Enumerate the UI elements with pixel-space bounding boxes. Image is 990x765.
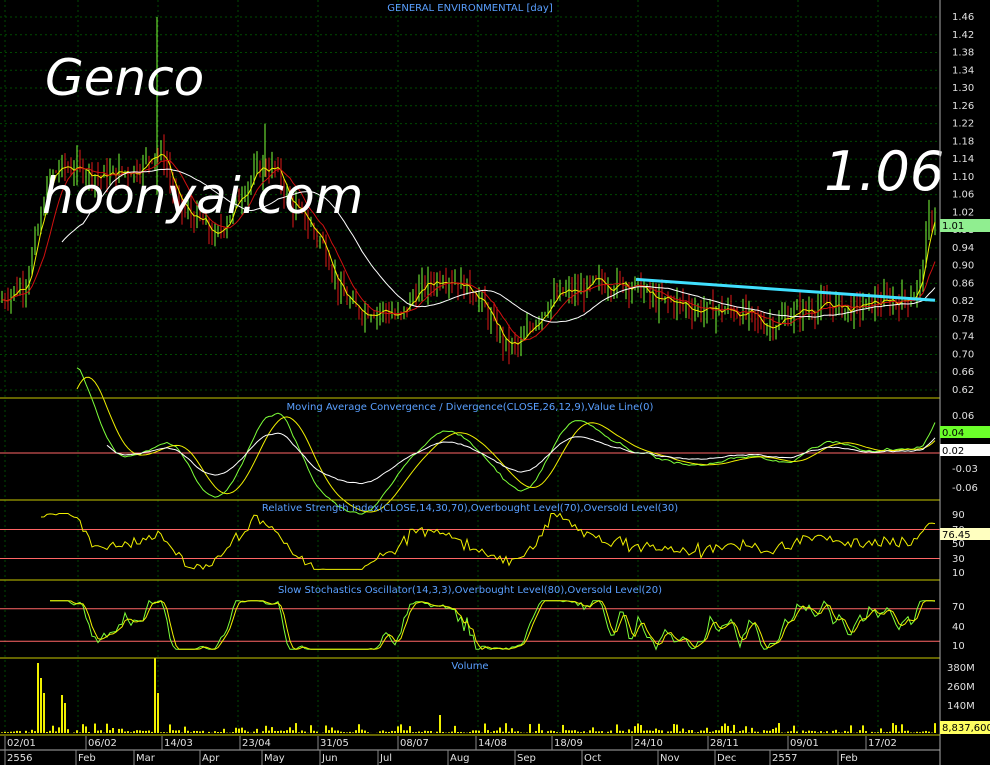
month-label: Sep — [517, 753, 536, 764]
month-label: Feb — [840, 753, 858, 764]
date-label: 23/04 — [242, 738, 271, 749]
price-tick-label: 1.02 — [952, 207, 974, 218]
price-tick-label: 1.46 — [952, 12, 974, 23]
macd-tick-label: -0.06 — [952, 483, 978, 494]
stoch-panel-title: Slow Stochastics Oscillator(14,3,3),Over… — [278, 585, 662, 596]
price-tick-label: 0.86 — [952, 278, 974, 289]
month-label: Aug — [450, 753, 470, 764]
month-label: Apr — [202, 753, 220, 764]
overlay-price: 1.06 — [824, 140, 944, 203]
date-label: 17/02 — [868, 738, 897, 749]
volume-marker: 8,837,600 — [942, 723, 990, 734]
month-label: Oct — [584, 753, 601, 764]
macd-marker-1: 0.04 — [942, 428, 964, 439]
price-tick-label: 1.42 — [952, 30, 974, 41]
price-tick-label: 0.70 — [952, 349, 974, 360]
month-label: 2557 — [772, 753, 797, 764]
stoch-k-line — [50, 599, 936, 651]
overlay-site: hoonyai.com — [42, 167, 363, 225]
macd-panel-title: Moving Average Convergence / Divergence(… — [287, 402, 654, 413]
price-tick-label: 0.82 — [952, 296, 974, 307]
rsi-tick-label: 90 — [952, 510, 965, 521]
price-tick-label: 0.90 — [952, 261, 974, 272]
x-axis: 02/01 06/02 14/03 23/04 31/05 08/07 14/08 18/09… — [0, 736, 940, 765]
price-tick-label: 1.22 — [952, 119, 974, 130]
date-label: 18/09 — [554, 738, 583, 749]
rsi-panel-title: Relative Strength Index(CLOSE,14,30,70),… — [262, 503, 678, 514]
price-tick-label: 1.18 — [952, 136, 974, 147]
price-tick-label: 0.62 — [952, 385, 974, 396]
stoch-d-line — [50, 600, 935, 650]
price-tick-label: 1.14 — [952, 154, 974, 165]
stoch-tick-label: 40 — [952, 622, 965, 633]
month-label: Dec — [717, 753, 736, 764]
rsi-marker: 76.45 — [942, 530, 971, 541]
date-label: 06/02 — [88, 738, 117, 749]
price-tick-label: 0.94 — [952, 243, 974, 254]
volume-tick-label: 380M — [947, 663, 975, 674]
stock-chart: GENERAL ENVIRONMENTAL [day] Moving Avera… — [0, 0, 990, 765]
price-tick-label: 1.26 — [952, 101, 974, 112]
date-label: 24/10 — [634, 738, 663, 749]
macd-value-line — [106, 432, 936, 485]
price-tick-label: 1.38 — [952, 48, 974, 59]
month-label: 2556 — [7, 753, 32, 764]
macd-tick-label: 0.06 — [952, 411, 974, 422]
rsi-tick-label: 10 — [952, 568, 965, 579]
month-label: Jul — [379, 753, 392, 764]
y-axis: 1.46 1.42 1.38 1.34 1.30 1.26 1.22 1.18 1.14 1.10… — [939, 0, 978, 765]
price-tick-label: 0.78 — [952, 314, 974, 325]
month-label: May — [264, 753, 285, 764]
month-label: Feb — [78, 753, 96, 764]
rsi-tick-label: 30 — [952, 554, 965, 565]
month-label: Mar — [136, 753, 156, 764]
stoch-tick-label: 10 — [952, 641, 965, 652]
volume-panel-title: Volume — [451, 661, 488, 672]
volume-tick-label: 140M — [947, 701, 975, 712]
volume-tick-label: 260M — [947, 682, 975, 693]
rsi-line — [40, 512, 936, 571]
date-label: 08/07 — [400, 738, 429, 749]
macd-tick-label: -0.03 — [952, 464, 978, 475]
panel-separators — [0, 397, 940, 736]
price-tick-label: 0.74 — [952, 332, 974, 343]
date-label: 31/05 — [320, 738, 349, 749]
chart-title: GENERAL ENVIRONMENTAL [day] — [387, 3, 553, 14]
date-label: 09/01 — [790, 738, 819, 749]
grid-lines — [0, 0, 940, 735]
date-label: 14/08 — [478, 738, 507, 749]
stoch-tick-label: 70 — [952, 602, 965, 613]
month-label: Jun — [321, 753, 338, 764]
month-label: Nov — [660, 753, 680, 764]
price-tick-label: 0.66 — [952, 367, 974, 378]
price-tick-label: 1.30 — [952, 83, 974, 94]
overlay-name: Genco — [45, 49, 204, 107]
macd-marker-2: 0.02 — [942, 446, 964, 457]
price-tick-label: 1.06 — [952, 190, 974, 201]
date-label: 28/11 — [710, 738, 739, 749]
date-label: 14/03 — [164, 738, 193, 749]
price-marker: 1.01 — [942, 221, 964, 232]
price-tick-label: 1.34 — [952, 65, 974, 76]
price-tick-label: 1.10 — [952, 172, 974, 183]
date-label: 02/01 — [7, 738, 36, 749]
